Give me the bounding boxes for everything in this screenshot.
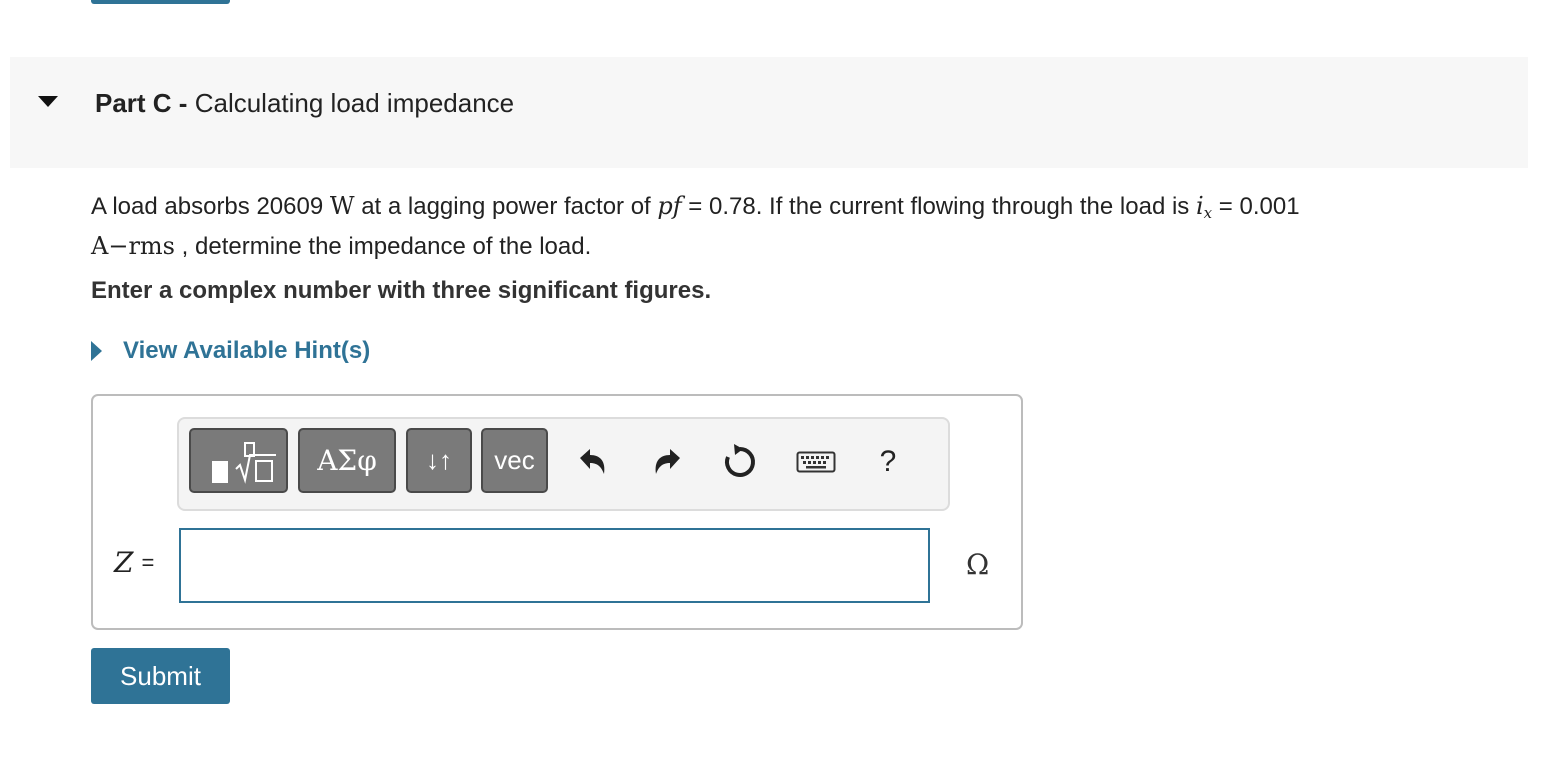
- view-hints-label: View Available Hint(s): [123, 337, 371, 364]
- submit-button[interactable]: Submit: [91, 648, 230, 704]
- greek-symbols-button[interactable]: ΑΣφ: [298, 428, 396, 493]
- current-symbol: i: [1195, 192, 1204, 220]
- current-subscript: x: [1203, 204, 1213, 222]
- redo-button[interactable]: [648, 440, 688, 484]
- reset-button[interactable]: [720, 440, 760, 484]
- undo-button[interactable]: [572, 440, 612, 484]
- answer-variable: Z: [114, 546, 134, 579]
- expand-caret-icon: [91, 341, 102, 361]
- part-label: Part C -: [95, 88, 188, 118]
- problem-closing: , determine the impedance of the load.: [181, 233, 592, 260]
- current-unit: A−rms: [91, 232, 175, 260]
- power-unit: W: [329, 192, 355, 220]
- keyboard-button[interactable]: [795, 440, 837, 484]
- collapse-caret-icon[interactable]: [38, 96, 58, 107]
- help-button[interactable]: ?: [868, 440, 908, 484]
- reset-icon: [725, 444, 755, 477]
- problem-statement: A load absorbs 20609 W at a lagging powe…: [91, 190, 1461, 263]
- answer-equals: =: [141, 550, 155, 575]
- answer-input[interactable]: [179, 528, 930, 603]
- answer-label: Z =: [114, 546, 154, 579]
- current-value: = 0.001: [1212, 193, 1300, 220]
- part-title-text: Calculating load impedance: [194, 88, 515, 118]
- part-title: Part C - Calculating load impedance: [95, 88, 514, 119]
- templates-button[interactable]: [189, 428, 288, 493]
- arrows-button[interactable]: ↓↑: [406, 428, 472, 493]
- view-hints-link[interactable]: View Available Hint(s): [91, 337, 370, 365]
- problem-pf-text: at a lagging power factor of: [361, 193, 651, 220]
- pf-value: = 0.78. If the current flowing through t…: [681, 193, 1190, 220]
- keyboard-icon: [796, 451, 836, 473]
- instruction: Enter a complex number with three signif…: [91, 277, 712, 304]
- redo-icon: [655, 449, 680, 474]
- unit-label: Ω: [966, 548, 990, 581]
- previous-submit-button-edge[interactable]: [91, 0, 230, 4]
- templates-icon: [211, 441, 276, 484]
- pf-symbol: pf: [657, 192, 682, 220]
- problem-intro: A load absorbs 20609: [91, 193, 324, 220]
- undo-icon: [580, 449, 605, 474]
- vec-button[interactable]: vec: [481, 428, 548, 493]
